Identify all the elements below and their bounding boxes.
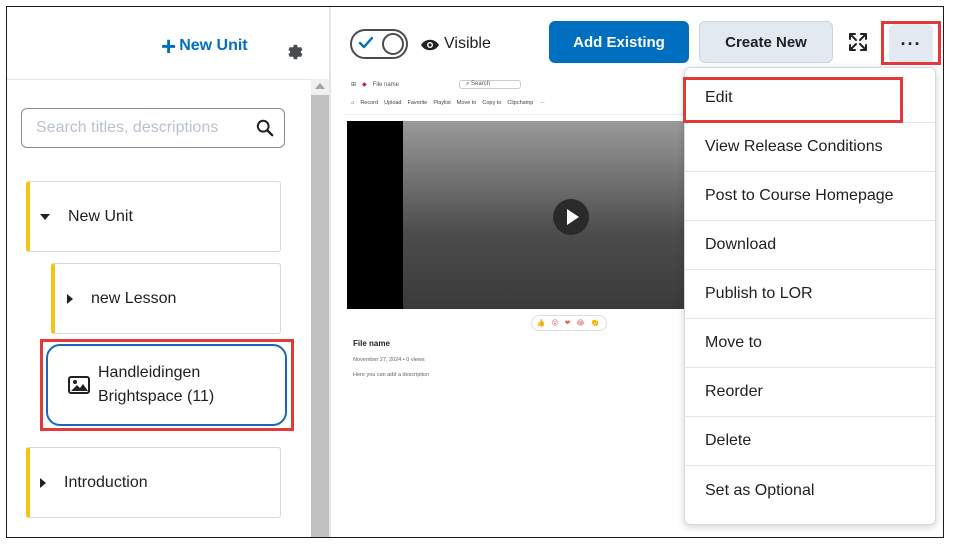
preview-tool: Record: [360, 100, 379, 106]
home-icon: ⌂: [351, 100, 355, 106]
reactions-bar: 👍 😮 ❤ 😂 👏: [531, 315, 607, 331]
preview-tool: Copy to: [482, 100, 502, 106]
tree-item-label: new Lesson: [91, 289, 177, 307]
menu-item-publish-to-lor[interactable]: Publish to LOR: [685, 270, 935, 319]
preview-tool: Clipchamp: [507, 100, 534, 106]
visibility-label: Visible: [444, 35, 491, 52]
menu-item-post-to-course-homepage[interactable]: Post to Course Homepage: [685, 172, 935, 221]
fullscreen-icon[interactable]: [848, 32, 868, 52]
content-tree-panel: + New Unit New Unit new Lesson: [7, 7, 319, 537]
chevron-right-icon[interactable]: [40, 477, 46, 488]
new-unit-label: New Unit: [179, 37, 248, 54]
menu-item-edit[interactable]: Edit: [685, 74, 935, 123]
preview-tool: ···: [539, 100, 545, 106]
content-preview: ⊞ ◆ File name ⌕ Search ⌂ Record Upload F…: [345, 77, 690, 389]
menu-item-reorder[interactable]: Reorder: [685, 368, 935, 417]
preview-tool: Upload: [384, 100, 402, 106]
new-unit-button[interactable]: + New Unit: [161, 31, 248, 61]
preview-date: November 27, 2024 • 0 views: [353, 357, 425, 363]
check-icon: [358, 36, 374, 49]
more-options-menu: Edit View Release Conditions Post to Cou…: [684, 67, 936, 525]
toggle-knob: [382, 33, 404, 55]
tree-item-label: Introduction: [64, 473, 148, 491]
menu-item-move-to[interactable]: Move to: [685, 319, 935, 368]
preview-tool: Favorite: [407, 100, 428, 106]
search-box: [21, 108, 285, 148]
image-icon: [68, 376, 90, 394]
scroll-thumb[interactable]: [311, 95, 329, 537]
preview-title: File name: [353, 339, 390, 348]
chevron-right-icon[interactable]: [67, 293, 73, 304]
menu-item-view-release-conditions[interactable]: View Release Conditions: [685, 123, 935, 172]
visibility-toggle[interactable]: [350, 29, 408, 59]
video-frame: [403, 121, 690, 309]
menu-item-download[interactable]: Download: [685, 221, 935, 270]
chevron-down-icon[interactable]: [40, 213, 50, 220]
tree-item-new-lesson[interactable]: new Lesson: [51, 263, 281, 334]
preview-file-name-top: File name: [372, 81, 399, 88]
add-existing-button[interactable]: Add Existing: [549, 21, 689, 63]
stream-logo-icon: ◆: [362, 82, 367, 88]
plus-icon: +: [161, 31, 177, 61]
search-input[interactable]: [34, 118, 248, 138]
menu-item-set-as-optional[interactable]: Set as Optional: [685, 466, 935, 515]
preview-tool: Move to: [456, 100, 477, 106]
preview-description: Here you can add a description: [353, 372, 430, 378]
tree-item-label: New Unit: [68, 207, 133, 225]
panel-divider: [329, 7, 331, 537]
video-player[interactable]: [347, 121, 690, 309]
search-icon[interactable]: [256, 119, 274, 137]
preview-search: ⌕ Search: [459, 80, 522, 89]
preview-topbar: ⊞ ◆ File name ⌕ Search: [345, 77, 690, 92]
create-new-button[interactable]: Create New: [699, 21, 833, 63]
scroll-up-arrow-icon[interactable]: [315, 83, 325, 89]
tree-item-label-line2: Brightspace (11): [98, 388, 215, 405]
tree-header: + New Unit: [7, 7, 319, 80]
tree-item-handleidingen[interactable]: Handleidingen Brightspace (11): [46, 344, 287, 426]
eye-icon: [421, 39, 439, 51]
preview-toolbar: ⌂ Record Upload Favorite Playlist Move t…: [345, 92, 690, 115]
app-window: + New Unit New Unit new Lesson: [6, 6, 944, 538]
grid-icon: ⊞: [351, 82, 357, 88]
tree-item-new-unit[interactable]: New Unit: [26, 181, 281, 252]
menu-item-delete[interactable]: Delete: [685, 417, 935, 466]
preview-tool: Playlist: [433, 100, 451, 106]
tree-item-label-line1: Handleidingen: [98, 364, 201, 381]
tree-item-introduction[interactable]: Introduction: [26, 447, 281, 518]
play-icon: [566, 209, 579, 225]
play-button[interactable]: [553, 199, 589, 235]
gear-icon[interactable]: [283, 40, 303, 60]
more-options-button[interactable]: ···: [889, 24, 933, 64]
tree-scrollbar[interactable]: [311, 79, 329, 537]
